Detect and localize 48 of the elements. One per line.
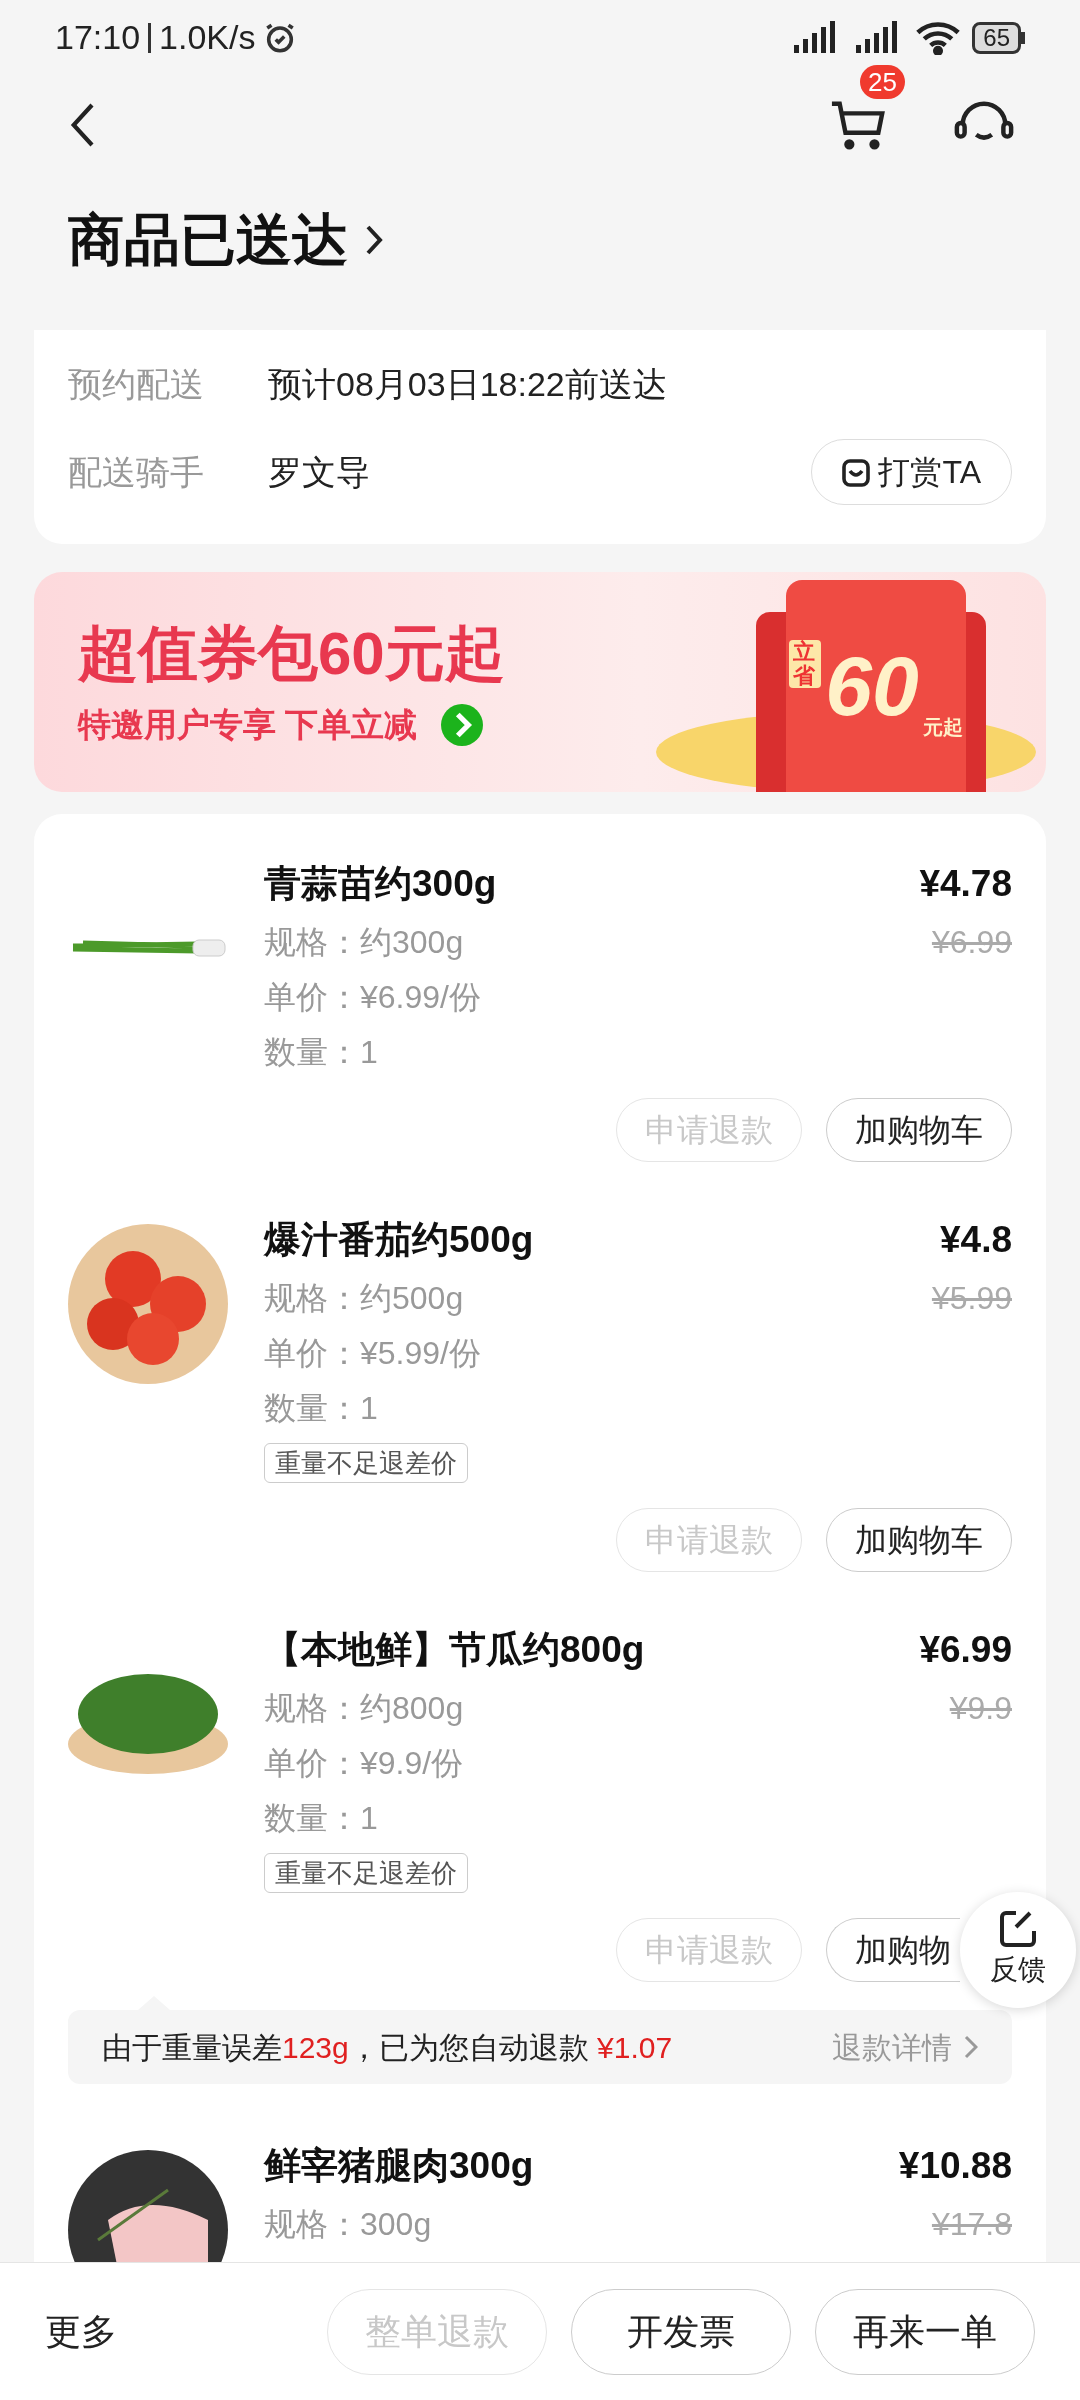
status-time: 17:10 [55, 17, 141, 58]
cart-button[interactable] [830, 99, 888, 151]
product-spec: 规格：300g [264, 2205, 432, 2244]
banner-title: 超值券包60元起 [78, 619, 505, 690]
unit-price: 单价：¥6.99/份 [264, 978, 481, 1017]
product-price: ¥6.99 [919, 1628, 1012, 1673]
product-quantity: 数量：1 [264, 1389, 378, 1428]
status-divider [148, 22, 152, 53]
banner-subtitle: 特邀用户专享 下单立减 [78, 705, 418, 746]
product-quantity: 数量：1 [264, 1033, 378, 1072]
product-price: ¥4.78 [919, 862, 1012, 907]
more-button[interactable]: 更多 [45, 2304, 117, 2359]
product-price: ¥10.88 [898, 2144, 1012, 2189]
original-price: ¥6.99 [931, 923, 1012, 962]
info-label: 配送骑手 [68, 451, 205, 493]
info-value: 预计08月03日18:22前送达 [268, 363, 667, 405]
product-spec: 规格：约800g [264, 1689, 464, 1728]
product-name: 鲜宰猪腿肉300g [264, 2144, 534, 2189]
cart-count-badge: 25 [860, 65, 905, 99]
refund-difference-tag: 重量不足退差价 [264, 1443, 468, 1483]
wifi-icon [916, 20, 961, 55]
chevron-right-icon [964, 2035, 978, 2059]
network-speed: 1.0K/s [159, 17, 256, 58]
original-price: ¥17.8 [931, 2205, 1012, 2244]
product-spec: 规格：约500g [264, 1279, 464, 1318]
product-name: 青蒜苗约300g [264, 862, 497, 907]
refund-difference-tag: 重量不足退差价 [264, 1853, 468, 1893]
product-price: ¥4.8 [940, 1218, 1012, 1263]
chevron-right-icon [364, 223, 384, 257]
original-price: ¥5.99 [931, 1279, 1012, 1318]
unit-price: 单价：¥9.9/份 [264, 1744, 464, 1783]
ticket-amount: 60 [825, 638, 919, 735]
arrow-circle-icon [441, 704, 484, 746]
refund-notice-text: 由于重量误差123g，已为您自动退款 ¥1.07 [102, 2029, 673, 2066]
order-status-title[interactable]: 商品已送达 [68, 198, 384, 282]
product-spec: 规格：约300g [264, 923, 464, 962]
battery-indicator: 65 [972, 21, 1025, 54]
info-label: 预约配送 [68, 363, 205, 405]
info-value: 罗文导 [268, 451, 370, 493]
ticket-unit: 元起 [922, 715, 963, 740]
product-quantity: 数量：1 [264, 1799, 378, 1838]
product-name: 【本地鲜】节瓜约800g [264, 1628, 645, 1673]
original-price: ¥9.9 [949, 1689, 1012, 1728]
bag-icon [842, 457, 871, 487]
product-name: 爆汁番茄约500g [264, 1218, 534, 1263]
ticket-label: 立省 [789, 640, 822, 688]
unit-price: 单价：¥5.99/份 [264, 1334, 481, 1373]
edit-icon [998, 1909, 1038, 1949]
